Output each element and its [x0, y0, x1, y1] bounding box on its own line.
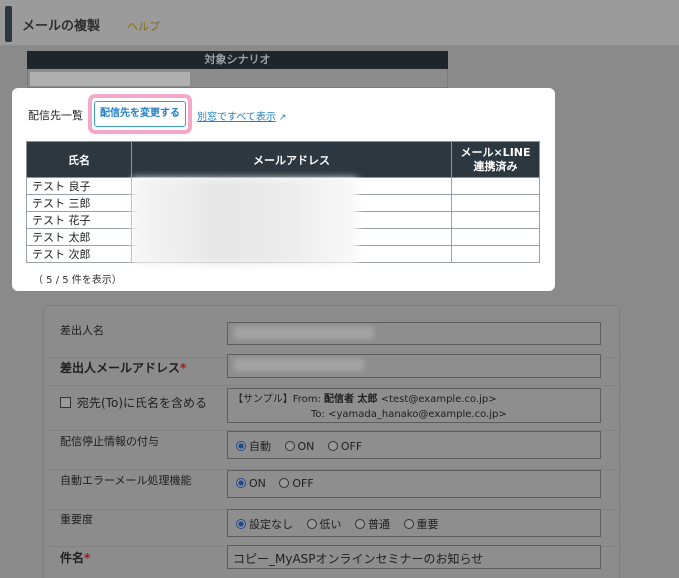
- unsubscribe-options: 自動 ON OFF: [227, 431, 601, 459]
- subject-input[interactable]: コピー_MyASPオンラインセミナーのお知らせ: [227, 545, 601, 569]
- recipient-name: テスト 花子: [26, 211, 132, 229]
- sample-from-line: 【サンプル】From: 配信者 太郎 <test@example.co.jp>: [233, 392, 595, 407]
- sample-preview: 【サンプル】From: 配信者 太郎 <test@example.co.jp> …: [227, 388, 601, 423]
- sender-email-row: 差出人メールアドレス*: [44, 351, 621, 386]
- external-link-icon: ↗: [278, 113, 287, 123]
- change-recipients-button[interactable]: 配信先を変更する: [94, 101, 186, 127]
- email-redaction-blur: [132, 178, 357, 264]
- recipient-line-status: [451, 177, 540, 195]
- column-header-email: メールアドレス: [131, 141, 452, 178]
- recipient-line-status: [451, 228, 540, 246]
- help-link[interactable]: ヘルプ: [127, 18, 160, 34]
- change-button-highlight: 配信先を変更する: [88, 94, 192, 134]
- auto-error-options: ON OFF: [227, 470, 601, 498]
- sample-from-addr: <test@example.co.jp>: [380, 394, 497, 405]
- recipient-line-status: [451, 211, 540, 229]
- unsubscribe-option-off[interactable]: OFF: [327, 440, 363, 453]
- radio-icon: [279, 478, 290, 488]
- recipient-line-status: [451, 245, 540, 263]
- required-mark: *: [84, 551, 91, 565]
- priority-option-none-label: 設定なし: [249, 518, 293, 531]
- show-all-link[interactable]: 別窓ですべて表示 ↗: [197, 108, 286, 123]
- priority-option-none[interactable]: 設定なし: [236, 516, 293, 532]
- unsubscribe-label: 配信停止情報の付与: [60, 435, 159, 448]
- scenario-table: 対象シナリオ: [27, 51, 448, 88]
- subject-row: 件名* コピー_MyASPオンラインセミナーのお知らせ: [44, 545, 621, 578]
- recipient-name: テスト 次郎: [26, 245, 132, 263]
- auto-error-option-off-label: OFF: [292, 477, 314, 490]
- priority-option-normal-label: 普通: [368, 518, 390, 531]
- unsubscribe-row: 配信停止情報の付与 自動 ON OFF: [44, 431, 621, 470]
- scenario-value-redacted: [30, 72, 190, 86]
- to-name-label: 宛先(To)に氏名を含める: [77, 396, 207, 410]
- to-name-checkbox[interactable]: [60, 397, 71, 408]
- sample-prefix: 【サンプル】From:: [233, 394, 321, 405]
- unsubscribe-option-auto-label: 自動: [249, 440, 271, 453]
- priority-row: 重要度 設定なし 低い 普通 重要: [44, 509, 621, 547]
- to-name-row: 宛先(To)に氏名を含める 【サンプル】From: 配信者 太郎 <test@e…: [44, 386, 621, 431]
- sender-email-label: 差出人メールアドレス*: [60, 359, 186, 376]
- column-header-line-linked: メール×LINE 連携済み: [451, 141, 540, 178]
- column-header-line-title: メール×LINE: [460, 145, 531, 159]
- auto-error-row: 自動エラーメール処理機能 ON OFF: [44, 470, 621, 510]
- recipient-name: テスト 三郎: [26, 194, 132, 212]
- page-header: メールの複製 ヘルプ: [0, 0, 679, 46]
- subject-label-text: 件名: [60, 551, 85, 565]
- sample-to-line: To: <yamada_hanako@example.co.jp>: [233, 407, 595, 422]
- auto-error-option-off[interactable]: OFF: [279, 477, 314, 490]
- radio-selected-icon: [236, 519, 246, 529]
- unsubscribe-option-on-label: ON: [297, 440, 315, 453]
- sample-to-label: To:: [311, 409, 325, 420]
- sender-email-input[interactable]: [227, 354, 601, 378]
- required-mark: *: [180, 361, 187, 375]
- radio-icon: [355, 519, 365, 529]
- auto-error-label: 自動エラーメール処理機能: [60, 474, 192, 487]
- recipient-line-status: [451, 194, 540, 212]
- priority-option-low-label: 低い: [319, 518, 342, 531]
- priority-option-important[interactable]: 重要: [403, 516, 439, 532]
- auto-error-option-on[interactable]: ON: [236, 477, 266, 490]
- sender-name-input[interactable]: [227, 322, 601, 345]
- priority-option-low[interactable]: 低い: [306, 516, 342, 532]
- recipient-list-label: 配信先一覧: [28, 109, 83, 122]
- email-settings-form: 差出人名 差出人メールアドレス* 宛先(To)に氏名を含める 【サンプル】Fro…: [43, 305, 621, 578]
- radio-icon: [403, 519, 414, 529]
- sender-email-label-text: 差出人メールアドレス: [60, 361, 181, 375]
- radio-selected-icon: [236, 478, 246, 488]
- recipient-popup: 配信先一覧 配信先を変更する 別窓ですべて表示 ↗ 氏名 メールアドレス メール×…: [12, 88, 555, 291]
- sender-name-redacted: [234, 327, 374, 339]
- priority-options: 設定なし 低い 普通 重要: [227, 509, 601, 537]
- page-title: メールの複製: [22, 19, 101, 34]
- auto-error-option-on-label: ON: [249, 477, 266, 490]
- priority-label: 重要度: [60, 513, 93, 526]
- sample-from-name: 配信者 太郎: [324, 394, 378, 405]
- radio-icon: [306, 519, 317, 529]
- radio-icon: [327, 441, 338, 451]
- sender-email-redacted: [234, 359, 364, 371]
- column-header-name: 氏名: [26, 141, 132, 178]
- to-name-option[interactable]: 宛先(To)に氏名を含める: [60, 394, 207, 411]
- recipient-name: テスト 太郎: [26, 228, 132, 246]
- unsubscribe-option-auto[interactable]: 自動: [236, 438, 271, 454]
- radio-icon: [284, 441, 295, 451]
- sample-to-addr: <yamada_hanako@example.co.jp>: [328, 409, 507, 420]
- display-count: （ 5 / 5 件を表示）: [33, 275, 122, 286]
- column-header-line-sub: 連携済み: [473, 159, 518, 173]
- header-accent-bar: [5, 6, 12, 42]
- sender-name-label: 差出人名: [60, 324, 104, 337]
- radio-selected-icon: [236, 441, 246, 451]
- unsubscribe-option-on[interactable]: ON: [284, 440, 315, 453]
- priority-option-important-label: 重要: [416, 518, 439, 531]
- recipient-name: テスト 良子: [26, 177, 132, 195]
- scenario-header: 対象シナリオ: [27, 51, 448, 69]
- unsubscribe-option-off-label: OFF: [340, 440, 363, 453]
- priority-option-normal[interactable]: 普通: [355, 516, 390, 532]
- show-all-link-label: 別窓ですべて表示: [197, 112, 276, 123]
- subject-label: 件名*: [60, 549, 90, 566]
